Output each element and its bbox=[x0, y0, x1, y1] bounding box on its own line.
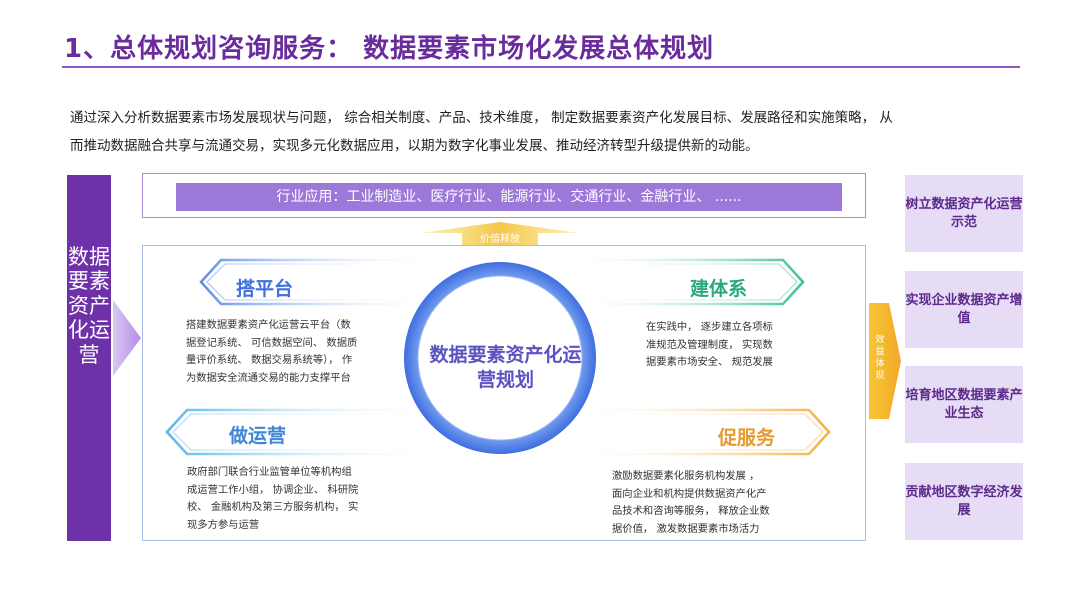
quadrant-title-operation: 做运营 bbox=[229, 425, 287, 447]
quadrant-text-service: 激励数据要素化服务机构发展 ， 面向企业和机构提供数据资产化产 品技术和咨询等服… bbox=[612, 470, 770, 535]
quadrant-text-platform: 搭建数据要素资产化运营云平台（数 据登记系统、 可信数据空间、 数据质 量评价系… bbox=[186, 319, 358, 384]
quadrant-title-system: 建体系 bbox=[690, 278, 748, 300]
benefit-arrow-label: 效益体现 bbox=[875, 335, 885, 381]
title-divider bbox=[62, 66, 1020, 68]
outcome-box: 实现企业数据资产增值 bbox=[905, 271, 1023, 348]
quadrant-title-platform: 搭平台 bbox=[236, 278, 294, 300]
outcome-box: 树立数据资产化运营示范 bbox=[905, 175, 1023, 252]
left-bar-label: 数据要素资产化运营 bbox=[68, 245, 110, 367]
outcome-box: 贡献地区数字经济发展 bbox=[905, 463, 1023, 540]
outcome-box: 培育地区数据要素产业生态 bbox=[905, 366, 1023, 443]
value-release-label: 价值释放 bbox=[480, 234, 520, 245]
center-circle-label: 数据要素资产化运营规划 bbox=[429, 344, 582, 391]
industry-applications: 行业应用：工业制造业、医疗行业、能源行业、交通行业、金融行业、 ...... bbox=[176, 183, 842, 211]
quadrant-text-operation: 政府部门联合行业监管单位等机构组 成运营工作小组， 协调企业、 科研院 校、 金… bbox=[187, 466, 359, 531]
quadrant-title-service: 促服务 bbox=[718, 427, 776, 449]
left-arrow-icon bbox=[113, 300, 141, 376]
intro-line-2: 而推动数据融合共享与流通交易，实现多元化数据应用，以期为数字化事业发展、推动经济… bbox=[70, 138, 759, 154]
page-title: 1、总体规划咨询服务： 数据要素市场化发展总体规划 bbox=[64, 34, 715, 64]
quadrant-text-system: 在实践中， 逐步建立各项标 准规范及管理制度， 实现数 据要素市场安全、 规范发… bbox=[646, 321, 773, 368]
intro-line-1: 通过深入分析数据要素市场发展现状与问题， 综合相关制度、产品、技术维度， 制定数… bbox=[70, 110, 893, 126]
